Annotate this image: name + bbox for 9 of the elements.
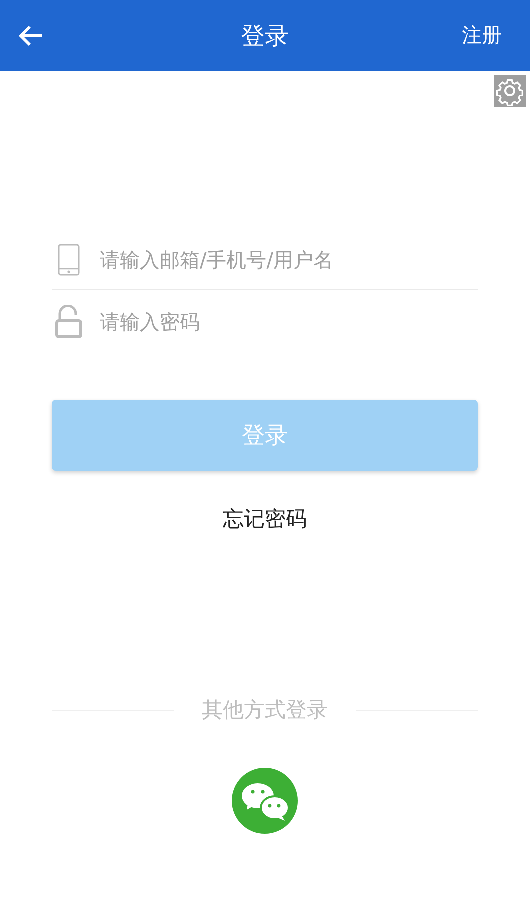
forgot-password-link[interactable]: 忘记密码 [223, 505, 307, 533]
password-field[interactable]: 请输入密码 [100, 310, 478, 334]
account-field[interactable]: 请输入邮箱/手机号/用户名 [100, 248, 478, 272]
register-button[interactable]: 注册 [462, 22, 502, 49]
page-title: 登录 [241, 20, 289, 52]
settings-icon[interactable] [494, 75, 526, 107]
other-login-label: 其他方式登录 [202, 697, 328, 724]
chat-bubbles-icon[interactable] [232, 768, 298, 834]
back-icon[interactable] [18, 24, 44, 46]
